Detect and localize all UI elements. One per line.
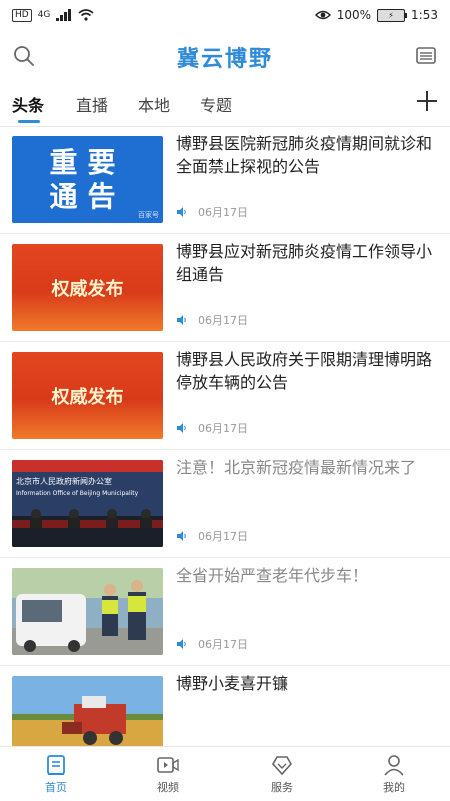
battery-percent: 100% <box>336 8 372 22</box>
news-title: 博野县人民政府关于限期清理博明路停放车辆的公告 <box>176 350 433 392</box>
speaker-icon[interactable] <box>176 314 188 326</box>
news-thumbnail: 重要 通告 百家号 <box>12 136 163 223</box>
status-right: 100% ⚡ 1:53 <box>314 8 438 22</box>
press-conference-image <box>12 460 163 547</box>
add-channel-icon[interactable] <box>414 88 440 114</box>
video-icon <box>157 756 179 773</box>
status-left: HD 4G <box>12 8 94 22</box>
news-item[interactable]: 权威发布 博野县应对新冠肺炎疫情工作领导小组通告 06月17日 <box>0 234 450 342</box>
thumb-caption-en: Information Office of Beijing Municipali… <box>16 490 139 497</box>
signal-icon <box>56 9 72 21</box>
nav-profile-label: 我的 <box>383 780 405 794</box>
news-meta: 06月17日 <box>176 528 248 544</box>
nav-profile[interactable]: 我的 <box>338 747 450 801</box>
news-thumbnail: 权威发布 <box>12 352 163 439</box>
network-type: 4G <box>37 10 51 20</box>
news-date: 06月17日 <box>198 206 248 219</box>
news-title: 博野小麦喜开镰 <box>176 674 289 693</box>
status-bar: HD 4G 100% ⚡ 1:53 <box>0 0 450 30</box>
news-thumbnail: 权威发布 <box>12 244 163 331</box>
news-feed: 重要 通告 百家号 博野县医院新冠肺炎疫情期间就诊和全面禁止探视的公告 06月1… <box>0 126 450 746</box>
news-meta: 06月17日 <box>176 204 248 220</box>
active-tab-indicator <box>18 120 40 123</box>
nav-services[interactable]: 服务 <box>226 747 338 801</box>
news-meta: 06月17日 <box>176 420 248 436</box>
news-title: 全省开始严查老年代步车！ <box>176 566 369 585</box>
news-item[interactable]: 全省开始严查老年代步车！ 06月17日 <box>0 558 450 666</box>
nav-video[interactable]: 视频 <box>112 747 224 801</box>
search-icon[interactable] <box>12 44 36 68</box>
message-icon[interactable] <box>414 44 438 68</box>
home-icon <box>47 754 65 775</box>
tab-live[interactable]: 直播 <box>76 92 108 116</box>
wifi-icon <box>78 9 94 21</box>
news-meta: 06月17日 <box>176 636 248 652</box>
nav-video-label: 视频 <box>157 780 179 794</box>
channel-tabs: 头条 直播 本地 专题 <box>0 84 450 127</box>
thumb-source-mark: 百家号 <box>138 211 159 219</box>
wheat-harvest-image <box>12 676 163 746</box>
news-title: 注意！北京新冠疫情最新情况来了 <box>176 458 417 477</box>
nav-home-label: 首页 <box>45 780 67 794</box>
news-title: 博野县应对新冠肺炎疫情工作领导小组通告 <box>176 242 433 284</box>
heart-diamond-icon <box>272 755 292 775</box>
thumb-text-line2: 通告 <box>49 179 126 213</box>
news-thumbnail <box>12 568 163 655</box>
speaker-icon[interactable] <box>176 206 188 218</box>
news-date: 06月17日 <box>198 530 248 543</box>
news-date: 06月17日 <box>198 638 248 651</box>
app-header: 冀云博野 <box>0 30 450 84</box>
news-title: 博野县医院新冠肺炎疫情期间就诊和全面禁止探视的公告 <box>176 134 433 176</box>
traffic-police-image <box>12 568 163 655</box>
news-thumbnail: 北京市人民政府新闻办公室 Information Office of Beiji… <box>12 460 163 547</box>
thumb-caption-cn: 北京市人民政府新闻办公室 <box>16 477 112 486</box>
nav-home[interactable]: 首页 <box>0 747 112 801</box>
hd-indicator: HD <box>12 8 32 22</box>
news-meta: 06月17日 <box>176 312 248 328</box>
bottom-nav: 首页 视频 服务 我的 <box>0 746 450 801</box>
nav-services-label: 服务 <box>271 780 293 794</box>
news-item[interactable]: 重要 通告 百家号 博野县医院新冠肺炎疫情期间就诊和全面禁止探视的公告 06月1… <box>0 126 450 234</box>
eye-icon <box>314 10 331 20</box>
news-thumbnail <box>12 676 163 746</box>
user-icon <box>384 754 404 776</box>
tab-topics[interactable]: 专题 <box>200 92 232 116</box>
tab-headlines[interactable]: 头条 <box>12 92 44 116</box>
clock: 1:53 <box>411 8 438 22</box>
news-date: 06月17日 <box>198 422 248 435</box>
app-title: 冀云博野 <box>176 47 273 72</box>
news-date: 06月17日 <box>198 314 248 327</box>
speaker-icon[interactable] <box>176 422 188 434</box>
speaker-icon[interactable] <box>176 530 188 542</box>
thumb-text-line1: 重要 <box>49 145 126 179</box>
thumb-text: 权威发布 <box>51 278 124 300</box>
news-item[interactable]: 博野小麦喜开镰 <box>0 666 450 746</box>
news-item[interactable]: 北京市人民政府新闻办公室 Information Office of Beiji… <box>0 450 450 558</box>
battery-icon: ⚡ <box>377 8 408 22</box>
speaker-icon[interactable] <box>176 638 188 650</box>
tab-local[interactable]: 本地 <box>138 92 170 116</box>
news-item[interactable]: 权威发布 博野县人民政府关于限期清理博明路停放车辆的公告 06月17日 <box>0 342 450 450</box>
thumb-text: 权威发布 <box>51 386 124 408</box>
